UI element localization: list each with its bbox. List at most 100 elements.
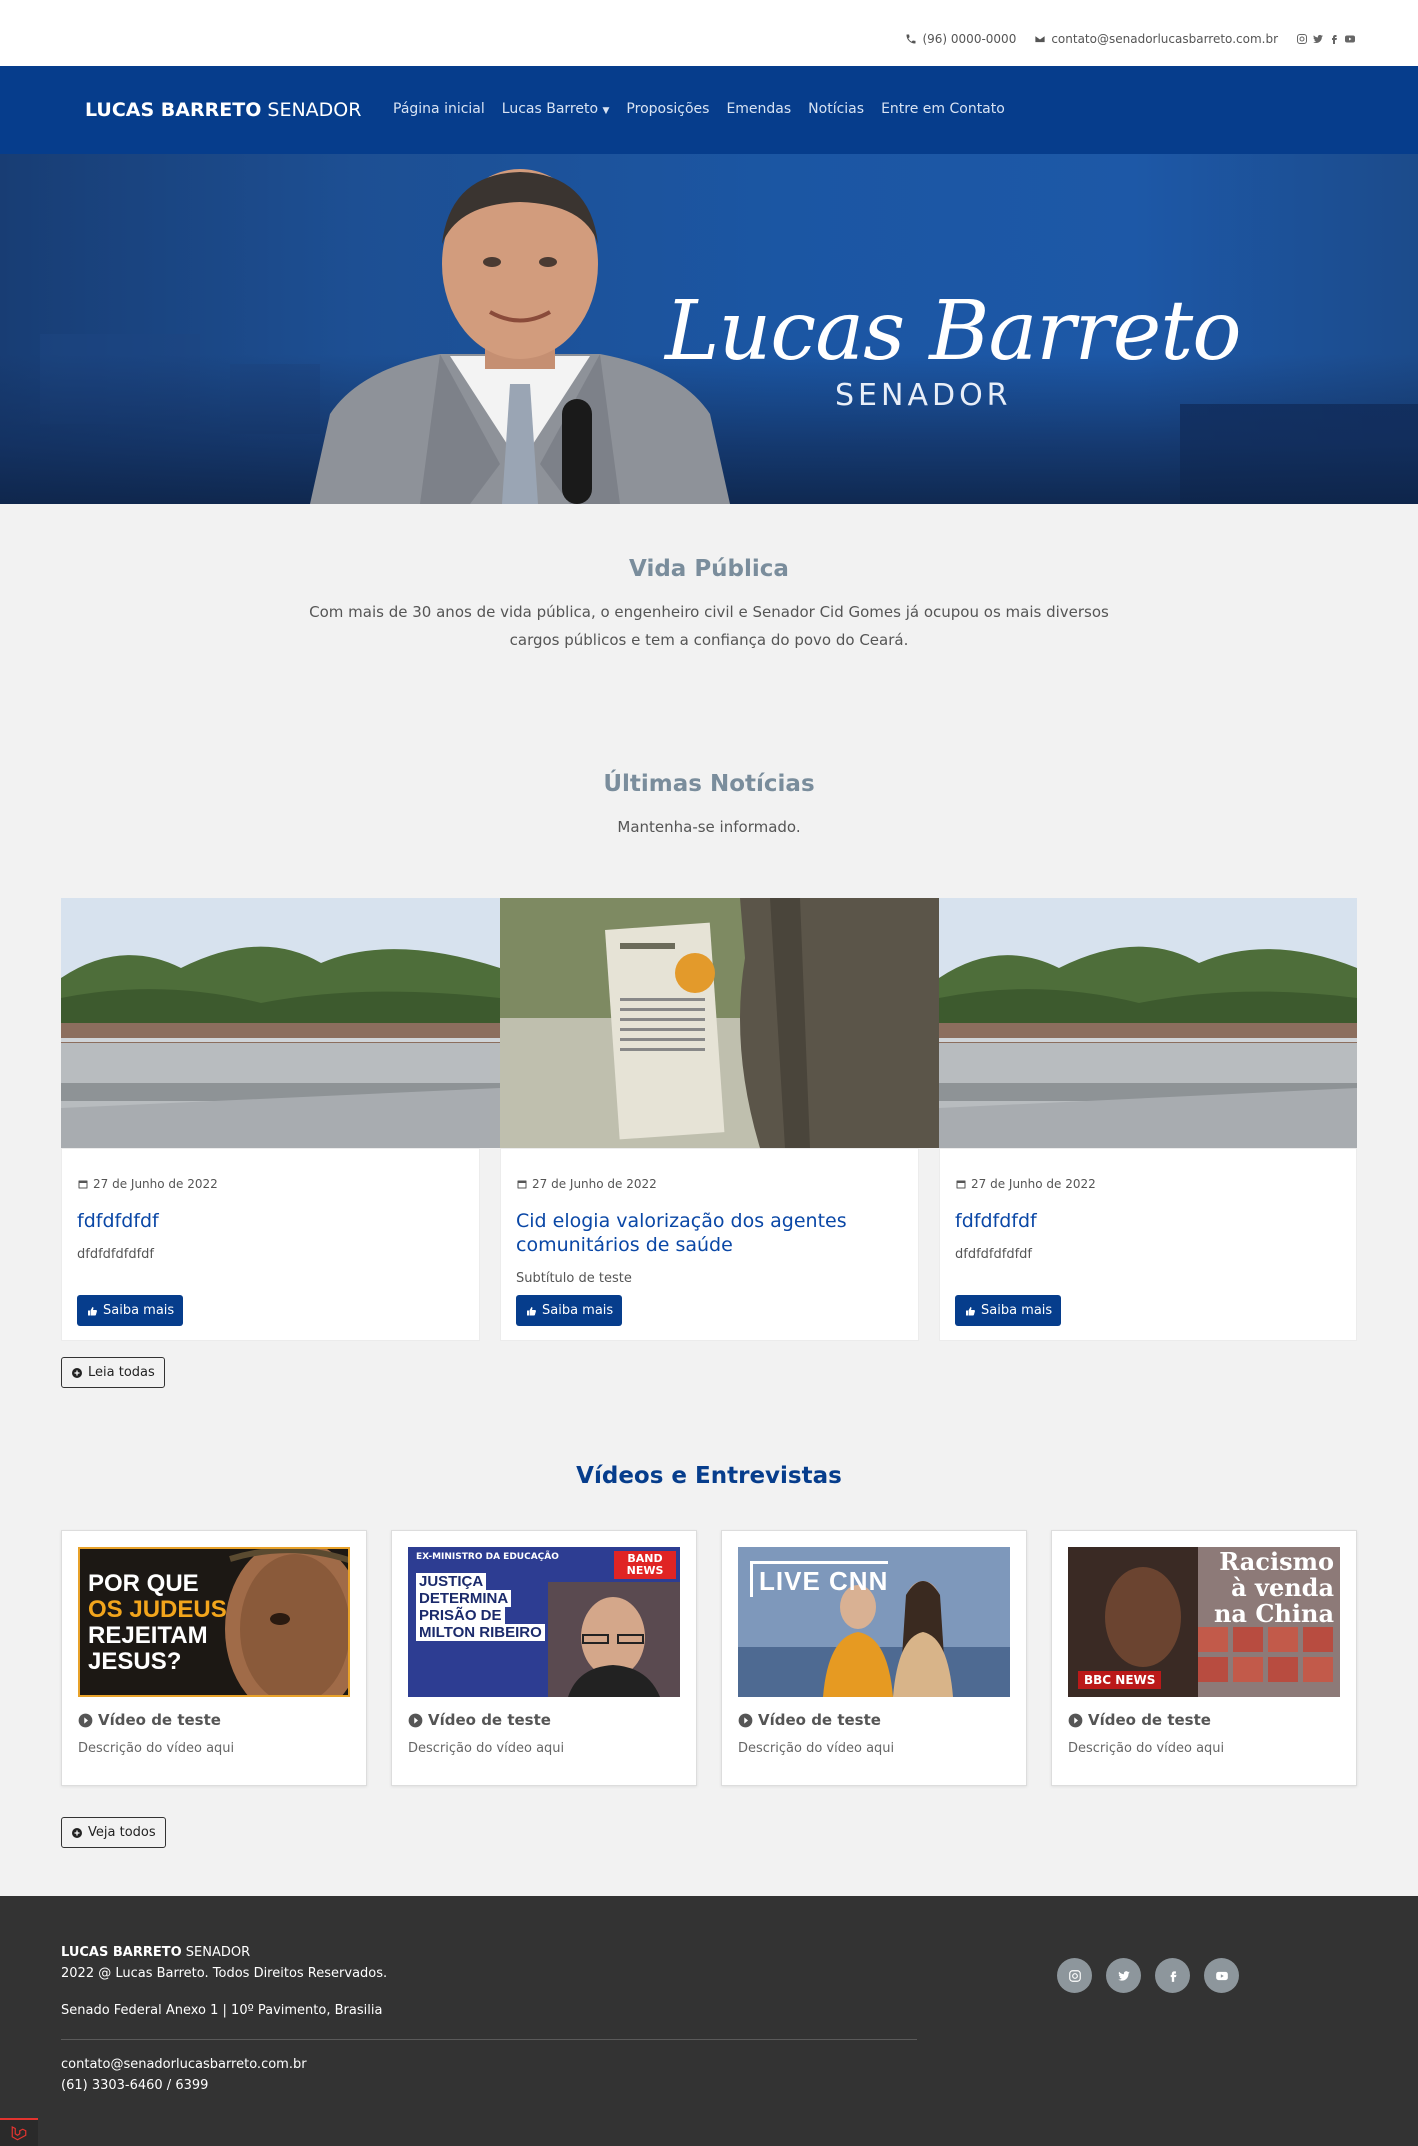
leia-todas-label: Leia todas [88, 1365, 155, 1380]
video-title-text: Vídeo de teste [758, 1711, 881, 1729]
main-navbar: LUCAS BARRETO SENADOR Página inicial Luc… [0, 66, 1418, 154]
thumb-badge: LIVE CNN [750, 1561, 889, 1597]
footer-email[interactable]: contato@senadorlucasbarreto.com.br [61, 2057, 307, 2072]
thumb-line: à venda [1231, 1573, 1334, 1602]
footer-twitter-button[interactable] [1106, 1958, 1141, 1993]
footer-brand-role: SENADOR [185, 1945, 251, 1960]
footer-social-links [1057, 1958, 1239, 1993]
nav-link-contato[interactable]: Entre em Contato [881, 101, 1005, 117]
news-card-3: 27 de Junho de 2022 fdfdfdfdf dfdfdfdfdf… [939, 1148, 1357, 1341]
nav-link-home[interactable]: Página inicial [393, 101, 485, 117]
footer-youtube-button[interactable] [1204, 1958, 1239, 1993]
saiba-mais-button[interactable]: Saiba mais [77, 1295, 184, 1326]
video-card-4[interactable]: Racismo à venda na China BBC NEWS Vídeo … [1051, 1530, 1357, 1786]
twitter-icon[interactable] [1312, 33, 1324, 45]
facebook-icon[interactable] [1328, 33, 1340, 45]
footer-facebook-button[interactable] [1155, 1958, 1190, 1993]
video-title-text: Vídeo de teste [98, 1711, 221, 1729]
thumb-line: JUSTIÇA [416, 1573, 487, 1590]
footer-brand-name: LUCAS BARRETO [61, 1945, 182, 1960]
news-title[interactable]: fdfdfdfdf [955, 1209, 1336, 1233]
news-date-text: 27 de Junho de 2022 [93, 1177, 218, 1191]
hero-subtitle: SENADOR [835, 378, 1012, 413]
video-card-3[interactable]: LIVE CNN Vídeo de teste Descrição do víd… [721, 1530, 1027, 1786]
video-card-1[interactable]: POR QUE OS JUDEUS REJEITAM JESUS? Vídeo … [61, 1530, 367, 1786]
thumb-line: JESUS? [88, 1648, 182, 1675]
thumb-line: PRISÃO DE [416, 1607, 505, 1624]
email-text: contato@senadorlucasbarreto.com.br [1051, 32, 1278, 46]
saiba-mais-label: Saiba mais [981, 1303, 1053, 1318]
saiba-mais-label: Saiba mais [103, 1303, 175, 1318]
phone-icon [906, 34, 916, 44]
news-subtitle: Subtítulo de teste [516, 1271, 632, 1286]
news-image-2[interactable] [500, 898, 939, 1148]
thumb-line: POR QUE [88, 1570, 199, 1597]
saiba-mais-label: Saiba mais [542, 1303, 614, 1318]
news-image-1[interactable] [61, 898, 500, 1148]
video-card-2[interactable]: EX-MINISTRO DA EDUCAÇÃO BAND NEWS JUSTIÇ… [391, 1530, 697, 1786]
thumb-line: na China [1213, 1599, 1334, 1628]
video-description: Descrição do vídeo aqui [738, 1741, 895, 1756]
calendar-icon [517, 1180, 527, 1189]
video-title[interactable]: Vídeo de teste [738, 1711, 881, 1729]
debugbar-toggle[interactable] [0, 2118, 38, 2146]
footer-brand: LUCAS BARRETO SENADOR [61, 1945, 250, 1960]
nav-link-noticias[interactable]: Notícias [808, 101, 864, 117]
video-title[interactable]: Vídeo de teste [78, 1711, 221, 1729]
news-date: 27 de Junho de 2022 [516, 1177, 657, 1191]
news-image-3[interactable] [939, 898, 1357, 1148]
twitter-icon [1117, 1970, 1130, 1981]
top-social-links [1296, 33, 1356, 45]
thumb-line: REJEITAM [88, 1622, 208, 1649]
news-date: 27 de Junho de 2022 [955, 1177, 1096, 1191]
news-subtitle: dfdfdfdfdfdf [955, 1247, 1032, 1262]
video-thumbnail[interactable]: POR QUE OS JUDEUS REJEITAM JESUS? [78, 1547, 350, 1697]
instagram-icon [1068, 1969, 1081, 1982]
footer-instagram-button[interactable] [1057, 1958, 1092, 1993]
video-thumbnail[interactable]: Racismo à venda na China BBC NEWS [1068, 1547, 1340, 1697]
nav-link-lucas-barreto[interactable]: Lucas Barreto ▼ [502, 101, 610, 117]
plus-circle-icon [72, 1827, 82, 1838]
footer-address: Senado Federal Anexo 1 | 10º Pavimento, … [61, 2003, 383, 2018]
plus-circle-icon [72, 1367, 82, 1378]
footer-copyright: 2022 @ Lucas Barreto. Todos Direitos Res… [61, 1966, 388, 1981]
video-title[interactable]: Vídeo de teste [408, 1711, 551, 1729]
news-date: 27 de Junho de 2022 [77, 1177, 218, 1191]
video-thumbnail[interactable]: EX-MINISTRO DA EDUCAÇÃO BAND NEWS JUSTIÇ… [408, 1547, 680, 1697]
news-date-text: 27 de Junho de 2022 [532, 1177, 657, 1191]
play-circle-icon [78, 1713, 93, 1727]
youtube-icon[interactable] [1344, 33, 1356, 45]
play-circle-icon [408, 1713, 423, 1727]
video-thumbnail[interactable]: LIVE CNN [738, 1547, 1010, 1697]
brand-name: LUCAS BARRETO [85, 99, 262, 121]
laravel-logo-icon [11, 2126, 27, 2141]
video-description: Descrição do vídeo aqui [78, 1741, 235, 1756]
hero-banner: Lucas Barreto SENADOR [0, 154, 1418, 504]
brand-logo[interactable]: LUCAS BARRETO SENADOR [85, 99, 361, 121]
leia-todas-button[interactable]: Leia todas [61, 1357, 165, 1388]
news-date-text: 27 de Junho de 2022 [971, 1177, 1096, 1191]
phone-text: (96) 0000-0000 [922, 32, 1017, 46]
instagram-icon[interactable] [1296, 33, 1308, 45]
site-footer: LUCAS BARRETO SENADOR 2022 @ Lucas Barre… [0, 1896, 1418, 2146]
footer-divider [61, 2039, 917, 2040]
phone-contact[interactable]: (96) 0000-0000 [905, 32, 1016, 46]
news-title[interactable]: fdfdfdfdf [77, 1209, 459, 1233]
dropdown-caret-icon: ▼ [602, 106, 610, 116]
nav-link-emendas[interactable]: Emendas [726, 101, 791, 117]
vida-publica-title: Vida Pública [629, 556, 789, 582]
video-title[interactable]: Vídeo de teste [1068, 1711, 1211, 1729]
videos-section-title: Vídeos e Entrevistas [576, 1463, 842, 1489]
veja-todos-label: Veja todos [88, 1825, 156, 1840]
video-description: Descrição do vídeo aqui [408, 1741, 565, 1756]
vida-publica-text: Com mais de 30 anos de vida pública, o e… [309, 603, 1109, 649]
thumb-line: Racismo [1219, 1547, 1334, 1576]
news-title[interactable]: Cid elogia valorização dos agentes comun… [516, 1209, 898, 1257]
nav-link-proposicoes[interactable]: Proposições [626, 101, 709, 117]
veja-todos-button[interactable]: Veja todos [61, 1817, 166, 1848]
saiba-mais-button[interactable]: Saiba mais [955, 1295, 1062, 1326]
email-contact[interactable]: contato@senadorlucasbarreto.com.br [1034, 32, 1278, 46]
hand-icon [966, 1306, 975, 1315]
top-contact-bar: (96) 0000-0000 contato@senadorlucasbarre… [0, 0, 1418, 66]
saiba-mais-button[interactable]: Saiba mais [516, 1295, 623, 1326]
